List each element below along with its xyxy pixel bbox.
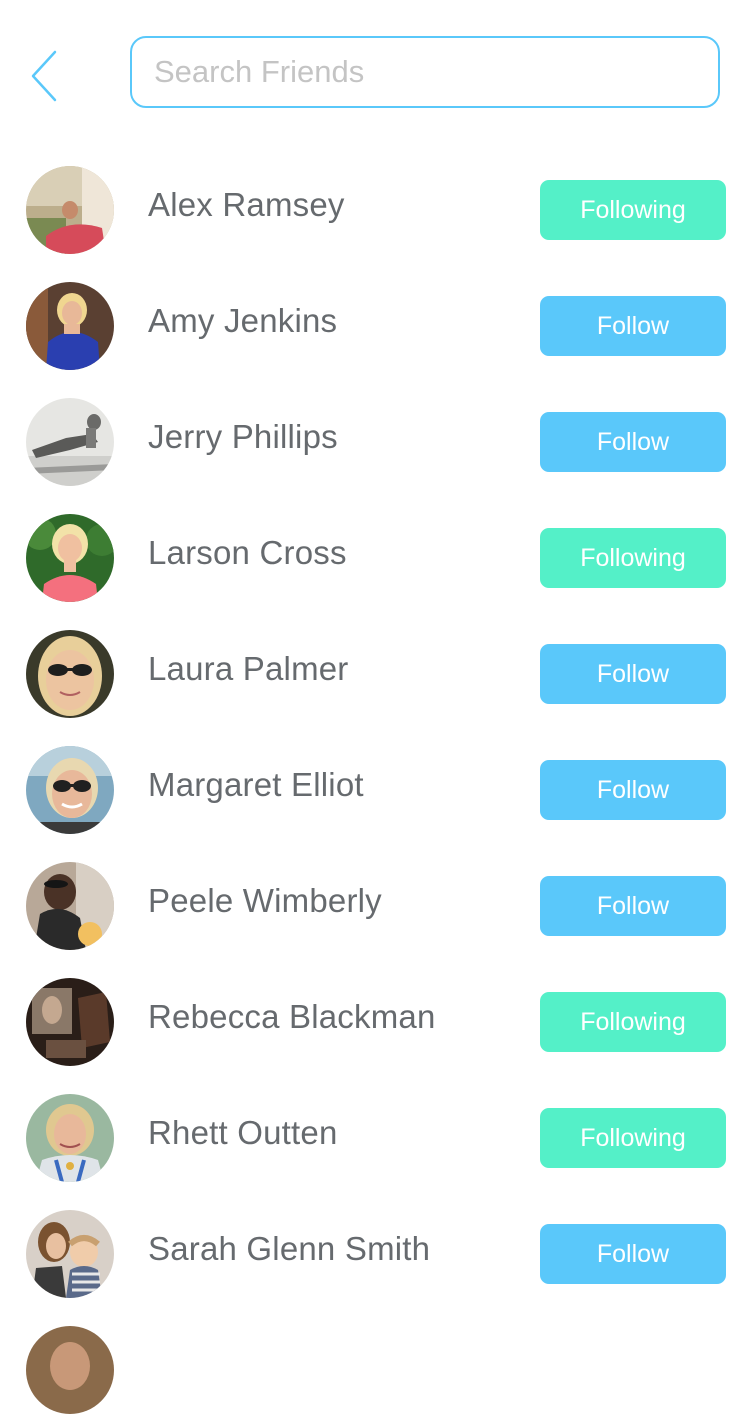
avatar[interactable] [26, 1094, 114, 1182]
list-item: Peele Wimberly Follow [0, 846, 750, 962]
list-item: Jerry Phillips Follow [0, 382, 750, 498]
list-item: Sarah Glenn Smith Follow [0, 1194, 750, 1310]
friend-name: Laura Palmer [148, 650, 349, 687]
following-button[interactable]: Following [540, 992, 726, 1052]
friend-name: Larson Cross [148, 534, 347, 571]
friend-name: Rebecca Blackman [148, 998, 436, 1035]
list-item: Laura Palmer Follow [0, 614, 750, 730]
following-button[interactable]: Following [540, 528, 726, 588]
list-item: Amy Jenkins Follow [0, 266, 750, 382]
follow-button[interactable]: Follow [540, 876, 726, 936]
avatar[interactable] [26, 862, 114, 950]
avatar[interactable] [26, 1326, 114, 1414]
list-item: Alex Ramsey Following [0, 150, 750, 266]
avatar[interactable] [26, 282, 114, 370]
friend-name: Rhett Outten [148, 1114, 338, 1151]
back-button[interactable] [22, 46, 66, 106]
friend-name: Margaret Elliot [148, 766, 364, 803]
avatar[interactable] [26, 398, 114, 486]
avatar[interactable] [26, 1210, 114, 1298]
avatar[interactable] [26, 978, 114, 1066]
follow-button[interactable]: Follow [540, 1224, 726, 1284]
avatar[interactable] [26, 746, 114, 834]
list-item [0, 1310, 750, 1426]
avatar[interactable] [26, 514, 114, 602]
following-button[interactable]: Following [540, 180, 726, 240]
search-input[interactable] [130, 36, 720, 108]
list-item: Rebecca Blackman Following [0, 962, 750, 1078]
friend-name: Sarah Glenn Smith [148, 1230, 431, 1267]
friend-name: Amy Jenkins [148, 302, 338, 339]
follow-button[interactable]: Follow [540, 760, 726, 820]
friend-name: Alex Ramsey [148, 186, 345, 223]
avatar[interactable] [26, 166, 114, 254]
following-button[interactable]: Following [540, 1108, 726, 1168]
follow-button[interactable]: Follow [540, 296, 726, 356]
list-item: Rhett Outten Following [0, 1078, 750, 1194]
follow-button[interactable]: Follow [540, 412, 726, 472]
follow-button[interactable]: Follow [540, 644, 726, 704]
friend-name: Peele Wimberly [148, 882, 382, 919]
friend-name: Jerry Phillips [148, 418, 338, 455]
chevron-left-icon [31, 50, 57, 102]
list-item: Larson Cross Following [0, 498, 750, 614]
avatar[interactable] [26, 630, 114, 718]
list-item: Margaret Elliot Follow [0, 730, 750, 846]
friends-list: Alex Ramsey Following Amy Jenkins Follow [0, 150, 750, 1426]
header [0, 0, 750, 150]
